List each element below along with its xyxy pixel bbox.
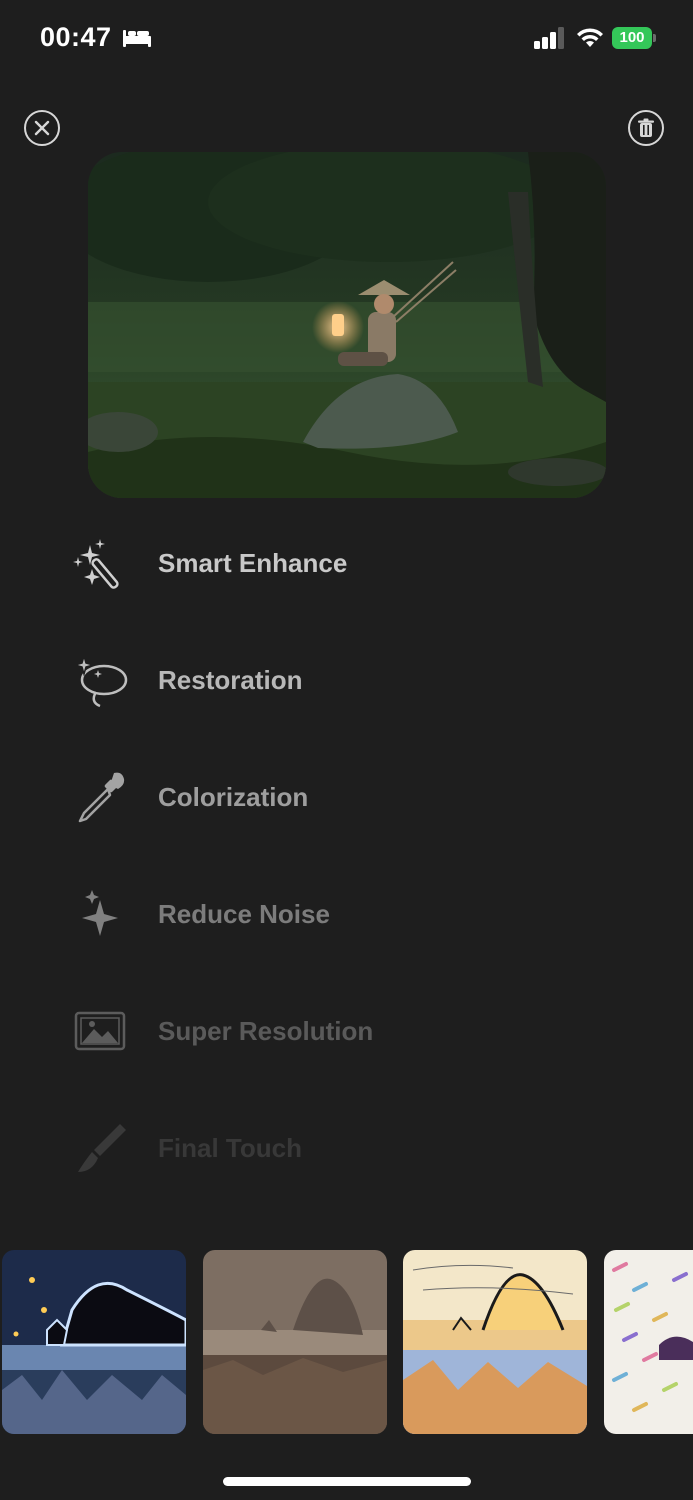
battery-tip (653, 34, 656, 42)
tool-smart-enhance[interactable]: Smart Enhance (62, 526, 392, 600)
tool-label: Super Resolution (158, 1015, 374, 1046)
lasso-sparkle-icon (62, 643, 138, 717)
tool-reduce-noise[interactable]: Reduce Noise (62, 877, 392, 951)
status-time: 00:47 (40, 22, 112, 52)
sepia-style-thumbnail[interactable] (203, 1250, 387, 1434)
mosaic-style-thumbnail[interactable] (604, 1250, 693, 1434)
photo-image (88, 152, 606, 498)
tool-label: Colorization (158, 781, 309, 812)
bed-icon (123, 30, 151, 47)
signal-icon (534, 27, 564, 49)
close-button[interactable] (24, 110, 60, 146)
tool-final-touch[interactable]: Final Touch (62, 1111, 392, 1185)
battery-level: 100 (619, 29, 645, 46)
delete-button[interactable] (628, 110, 664, 146)
sketch-style-thumbnail[interactable] (403, 1250, 587, 1434)
brush-icon (62, 1111, 138, 1185)
sparkles-icon (62, 877, 138, 951)
magic-wand-icon (62, 526, 138, 600)
tool-label: Reduce Noise (158, 898, 330, 929)
night-style-thumbnail[interactable] (2, 1250, 186, 1434)
tool-label: Restoration (158, 664, 303, 695)
style-strip[interactable] (0, 1250, 693, 1434)
battery-icon: 100 (612, 27, 656, 49)
image-icon (62, 994, 138, 1068)
eyedropper-icon (62, 760, 138, 834)
status-bar: 00:47 100 (0, 0, 693, 76)
tool-colorization[interactable]: Colorization (62, 760, 392, 834)
trash-icon (638, 118, 654, 137)
tool-super-resolution[interactable]: Super Resolution (62, 994, 392, 1068)
tool-label: Smart Enhance (158, 547, 348, 578)
photo-preview (88, 152, 606, 498)
tool-restoration[interactable]: Restoration (62, 643, 392, 717)
tool-label: Final Touch (158, 1132, 302, 1163)
close-icon (34, 120, 50, 136)
home-indicator[interactable] (223, 1477, 471, 1486)
wifi-icon (577, 28, 603, 47)
